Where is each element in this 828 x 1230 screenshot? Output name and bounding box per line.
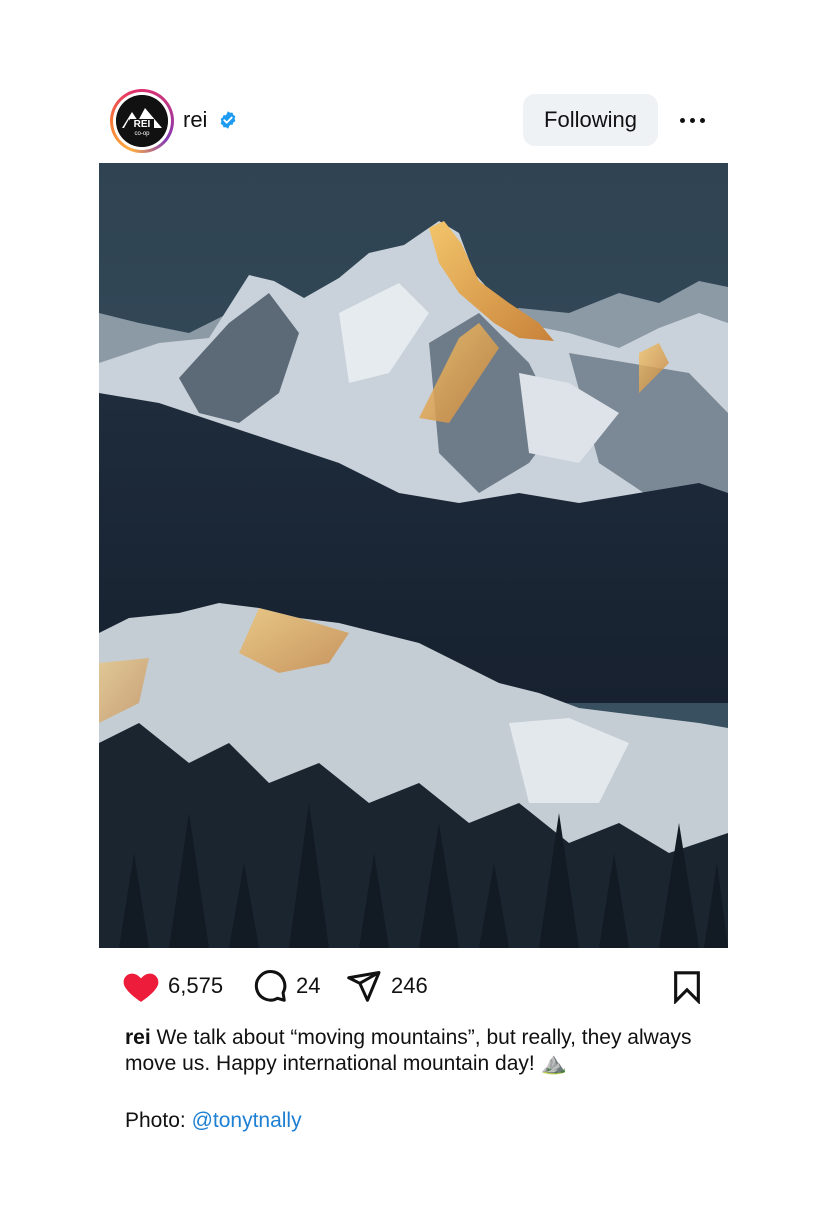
comment-icon[interactable]	[252, 968, 288, 1004]
username[interactable]: rei	[183, 107, 207, 133]
rei-logo-icon: REI co-op	[116, 95, 168, 147]
save-action[interactable]	[670, 970, 704, 1004]
avatar: REI co-op	[116, 95, 168, 147]
svg-text:co-op: co-op	[134, 131, 150, 137]
share-action[interactable]: 246	[345, 968, 428, 1004]
more-options-icon[interactable]	[676, 104, 710, 136]
like-action[interactable]: 6,575	[122, 968, 223, 1004]
comment-action[interactable]: 24	[252, 968, 320, 1004]
share-count: 246	[391, 973, 428, 998]
caption-text: We talk about “moving mountains”, but re…	[125, 1026, 692, 1075]
svg-text:REI: REI	[134, 119, 151, 130]
post-actions: 6,575 24 246	[0, 950, 828, 1030]
comment-count: 24	[296, 973, 321, 998]
credit-handle-link[interactable]: @tonytnally	[192, 1109, 302, 1132]
send-icon[interactable]	[345, 968, 383, 1004]
mountain-photo	[99, 163, 728, 948]
following-button[interactable]: Following	[523, 94, 658, 146]
post-image[interactable]	[99, 163, 728, 948]
avatar-story-ring[interactable]: REI co-op	[110, 89, 174, 153]
bookmark-icon[interactable]	[670, 970, 704, 1004]
credit-prefix: Photo:	[125, 1109, 192, 1132]
post-caption: rei We talk about “moving mountains”, bu…	[125, 1025, 715, 1077]
verified-badge-icon	[220, 111, 236, 129]
post-header: REI co-op rei Following	[0, 0, 828, 163]
like-count: 6,575	[168, 973, 224, 998]
caption-username[interactable]: rei	[125, 1026, 151, 1049]
mountain-emoji: ⛰️	[540, 1052, 567, 1075]
photo-credit: Photo: @tonytnally	[125, 1109, 302, 1133]
heart-filled-icon[interactable]	[122, 968, 160, 1004]
